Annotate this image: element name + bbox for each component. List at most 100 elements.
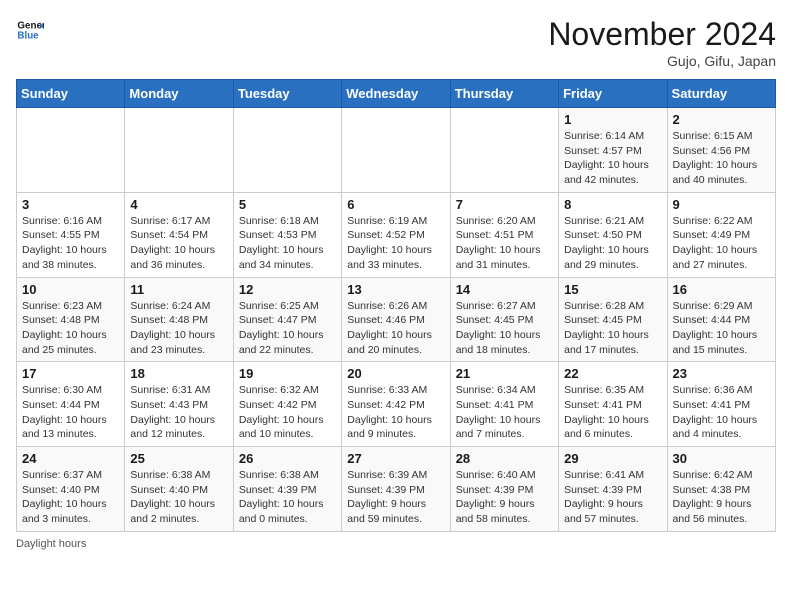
- day-info: Sunrise: 6:18 AM Sunset: 4:53 PM Dayligh…: [239, 214, 336, 273]
- day-info: Sunrise: 6:30 AM Sunset: 4:44 PM Dayligh…: [22, 383, 119, 442]
- day-info: Sunrise: 6:40 AM Sunset: 4:39 PM Dayligh…: [456, 468, 553, 527]
- calendar-cell: 6 Sunrise: 6:19 AM Sunset: 4:52 PM Daylig…: [342, 192, 450, 277]
- day-number: 16: [673, 282, 770, 297]
- footer-note: Daylight hours: [16, 538, 776, 550]
- calendar-cell: 13 Sunrise: 6:26 AM Sunset: 4:46 PM Dayli…: [342, 277, 450, 362]
- calendar-cell: 7 Sunrise: 6:20 AM Sunset: 4:51 PM Daylig…: [450, 192, 558, 277]
- day-number: 25: [130, 451, 227, 466]
- day-number: 20: [347, 366, 444, 381]
- calendar-cell: 24 Sunrise: 6:37 AM Sunset: 4:40 PM Dayli…: [17, 447, 125, 532]
- calendar-cell: 9 Sunrise: 6:22 AM Sunset: 4:49 PM Daylig…: [667, 192, 775, 277]
- day-info: Sunrise: 6:35 AM Sunset: 4:41 PM Dayligh…: [564, 383, 661, 442]
- day-number: 17: [22, 366, 119, 381]
- day-info: Sunrise: 6:14 AM Sunset: 4:57 PM Dayligh…: [564, 129, 661, 188]
- week-row-4: 17 Sunrise: 6:30 AM Sunset: 4:44 PM Dayli…: [17, 362, 776, 447]
- day-number: 19: [239, 366, 336, 381]
- calendar-cell: 10Sunrise: 6:23 AM Sunset: 4:48 PM Dayli…: [17, 277, 125, 362]
- day-info: Sunrise: 6:27 AM Sunset: 4:45 PM Dayligh…: [456, 299, 553, 358]
- calendar-cell: [125, 108, 233, 193]
- day-info: Sunrise: 6:15 AM Sunset: 4:56 PM Dayligh…: [673, 129, 770, 188]
- day-info: Sunrise: 6:37 AM Sunset: 4:40 PM Dayligh…: [22, 468, 119, 527]
- calendar-table: SundayMondayTuesdayWednesdayThursdayFrid…: [16, 79, 776, 532]
- day-info: Sunrise: 6:36 AM Sunset: 4:41 PM Dayligh…: [673, 383, 770, 442]
- calendar-cell: 14 Sunrise: 6:27 AM Sunset: 4:45 PM Dayli…: [450, 277, 558, 362]
- day-number: 13: [347, 282, 444, 297]
- day-number: 22: [564, 366, 661, 381]
- col-header-tuesday: Tuesday: [233, 80, 341, 108]
- calendar-cell: 11 Sunrise: 6:24 AM Sunset: 4:48 PM Dayli…: [125, 277, 233, 362]
- logo-icon: General Blue: [16, 16, 44, 44]
- week-row-1: 1 Sunrise: 6:14 AM Sunset: 4:57 PM Daylig…: [17, 108, 776, 193]
- day-info: Sunrise: 6:20 AM Sunset: 4:51 PM Dayligh…: [456, 214, 553, 273]
- day-number: 30: [673, 451, 770, 466]
- day-info: Sunrise: 6:38 AM Sunset: 4:39 PM Dayligh…: [239, 468, 336, 527]
- day-info: Sunrise: 6:26 AM Sunset: 4:46 PM Dayligh…: [347, 299, 444, 358]
- day-info: Sunrise: 6:24 AM Sunset: 4:48 PM Dayligh…: [130, 299, 227, 358]
- day-info: Sunrise: 6:29 AM Sunset: 4:44 PM Dayligh…: [673, 299, 770, 358]
- day-number: 6: [347, 197, 444, 212]
- day-number: 14: [456, 282, 553, 297]
- calendar-cell: [342, 108, 450, 193]
- calendar-cell: 18 Sunrise: 6:31 AM Sunset: 4:43 PM Dayli…: [125, 362, 233, 447]
- week-row-3: 10Sunrise: 6:23 AM Sunset: 4:48 PM Dayli…: [17, 277, 776, 362]
- day-info: Sunrise: 6:38 AM Sunset: 4:40 PM Dayligh…: [130, 468, 227, 527]
- calendar-cell: 26Sunrise: 6:38 AM Sunset: 4:39 PM Dayli…: [233, 447, 341, 532]
- day-info: Sunrise: 6:42 AM Sunset: 4:38 PM Dayligh…: [673, 468, 770, 527]
- day-number: 27: [347, 451, 444, 466]
- calendar-cell: 23 Sunrise: 6:36 AM Sunset: 4:41 PM Dayli…: [667, 362, 775, 447]
- col-header-monday: Monday: [125, 80, 233, 108]
- week-row-5: 24 Sunrise: 6:37 AM Sunset: 4:40 PM Dayli…: [17, 447, 776, 532]
- day-number: 3: [22, 197, 119, 212]
- day-number: 11: [130, 282, 227, 297]
- page-header: General Blue November 2024 Gujo, Gifu, J…: [16, 16, 776, 69]
- calendar-cell: 12 Sunrise: 6:25 AM Sunset: 4:47 PM Dayli…: [233, 277, 341, 362]
- calendar-cell: 15 Sunrise: 6:28 AM Sunset: 4:45 PM Dayli…: [559, 277, 667, 362]
- day-number: 9: [673, 197, 770, 212]
- day-number: 12: [239, 282, 336, 297]
- calendar-cell: 29Sunrise: 6:41 AM Sunset: 4:39 PM Dayli…: [559, 447, 667, 532]
- location: Gujo, Gifu, Japan: [548, 53, 776, 69]
- calendar-cell: 8Sunrise: 6:21 AM Sunset: 4:50 PM Daylig…: [559, 192, 667, 277]
- day-number: 5: [239, 197, 336, 212]
- day-info: Sunrise: 6:19 AM Sunset: 4:52 PM Dayligh…: [347, 214, 444, 273]
- day-info: Sunrise: 6:17 AM Sunset: 4:54 PM Dayligh…: [130, 214, 227, 273]
- calendar-cell: 27 Sunrise: 6:39 AM Sunset: 4:39 PM Dayli…: [342, 447, 450, 532]
- calendar-cell: 28 Sunrise: 6:40 AM Sunset: 4:39 PM Dayli…: [450, 447, 558, 532]
- calendar-cell: 30 Sunrise: 6:42 AM Sunset: 4:38 PM Dayli…: [667, 447, 775, 532]
- day-info: Sunrise: 6:33 AM Sunset: 4:42 PM Dayligh…: [347, 383, 444, 442]
- calendar-cell: 19Sunrise: 6:32 AM Sunset: 4:42 PM Dayli…: [233, 362, 341, 447]
- calendar-cell: [233, 108, 341, 193]
- day-info: Sunrise: 6:16 AM Sunset: 4:55 PM Dayligh…: [22, 214, 119, 273]
- day-info: Sunrise: 6:31 AM Sunset: 4:43 PM Dayligh…: [130, 383, 227, 442]
- col-header-friday: Friday: [559, 80, 667, 108]
- day-number: 23: [673, 366, 770, 381]
- day-number: 28: [456, 451, 553, 466]
- calendar-cell: 2 Sunrise: 6:15 AM Sunset: 4:56 PM Daylig…: [667, 108, 775, 193]
- day-number: 24: [22, 451, 119, 466]
- calendar-cell: 16 Sunrise: 6:29 AM Sunset: 4:44 PM Dayli…: [667, 277, 775, 362]
- day-info: Sunrise: 6:22 AM Sunset: 4:49 PM Dayligh…: [673, 214, 770, 273]
- calendar-cell: 25 Sunrise: 6:38 AM Sunset: 4:40 PM Dayli…: [125, 447, 233, 532]
- svg-text:Blue: Blue: [17, 30, 39, 41]
- day-number: 21: [456, 366, 553, 381]
- calendar-cell: [17, 108, 125, 193]
- column-headers: SundayMondayTuesdayWednesdayThursdayFrid…: [17, 80, 776, 108]
- logo: General Blue: [16, 16, 44, 44]
- day-info: Sunrise: 6:34 AM Sunset: 4:41 PM Dayligh…: [456, 383, 553, 442]
- day-info: Sunrise: 6:25 AM Sunset: 4:47 PM Dayligh…: [239, 299, 336, 358]
- day-number: 4: [130, 197, 227, 212]
- day-info: Sunrise: 6:21 AM Sunset: 4:50 PM Dayligh…: [564, 214, 661, 273]
- day-number: 15: [564, 282, 661, 297]
- day-info: Sunrise: 6:28 AM Sunset: 4:45 PM Dayligh…: [564, 299, 661, 358]
- col-header-saturday: Saturday: [667, 80, 775, 108]
- day-number: 1: [564, 112, 661, 127]
- day-info: Sunrise: 6:39 AM Sunset: 4:39 PM Dayligh…: [347, 468, 444, 527]
- day-number: 7: [456, 197, 553, 212]
- month-title: November 2024: [548, 16, 776, 53]
- calendar-cell: 3 Sunrise: 6:16 AM Sunset: 4:55 PM Daylig…: [17, 192, 125, 277]
- day-number: 18: [130, 366, 227, 381]
- col-header-wednesday: Wednesday: [342, 80, 450, 108]
- day-number: 2: [673, 112, 770, 127]
- col-header-sunday: Sunday: [17, 80, 125, 108]
- title-area: November 2024 Gujo, Gifu, Japan: [548, 16, 776, 69]
